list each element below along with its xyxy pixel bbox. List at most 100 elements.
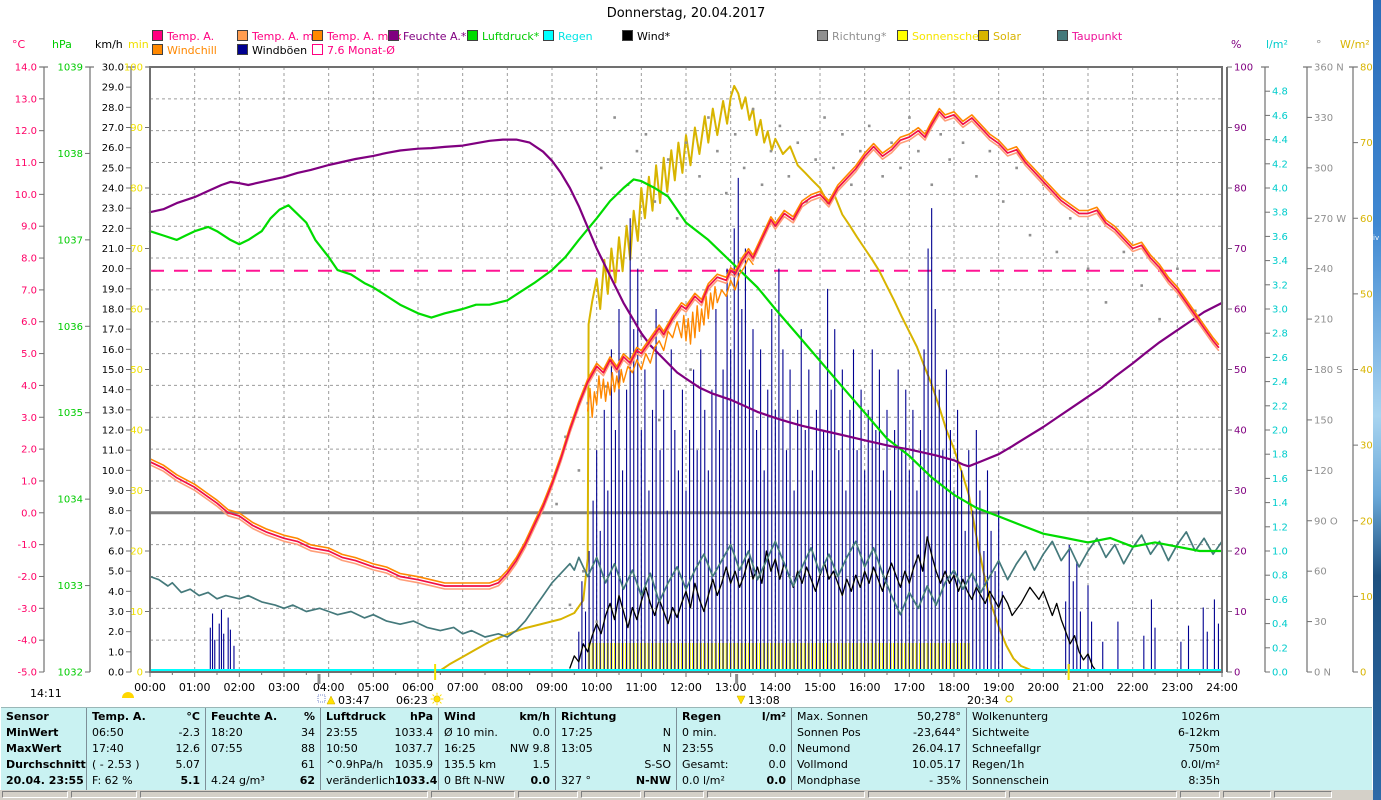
table-cell: 6-12km [1177,726,1220,739]
axis-tick-label: 300 [1314,163,1333,174]
table-cell: 135.5 km [444,758,497,771]
axis-tick-label: 1037 [58,235,83,246]
stats-table: Sensor MinWert MaxWert Durchschnitt 20.04. 2… [1,707,1372,791]
axis-tick-label: 2.0 [21,445,37,456]
table-cell: 34 [301,726,315,739]
axis-tick-label: 100 [1234,63,1253,74]
axis-tick-label: 25.0 [102,163,124,174]
table-cell: Neumond [797,742,851,755]
table-row: Temp. A. °C [87,709,205,725]
axis-tick-label: 16.0 [102,345,124,356]
x-axis-label: 15:00 [804,681,836,694]
table-cell: 10.05.17 [912,758,961,771]
axis-unit-label: hPa [52,38,72,51]
axis-tick-label: 1033 [58,581,83,592]
legend-item-windchill: Windchill [152,44,217,57]
x-axis-label: 18:00 [938,681,970,694]
table-row: 17:40 12.6 [87,741,205,757]
legend-item-solar: Solar [978,30,1021,43]
axis-tick-label: 0 [1360,668,1366,679]
axis-tick-label: 13.0 [102,405,124,416]
table-row: F: 62 % 5.1 [87,773,205,789]
legend-label: Feuchte A.* [403,30,467,43]
axis-tick-label: 10.0 [15,190,37,201]
axis-unit-label: °C [12,38,26,51]
axis-tick-label: 270 W [1314,214,1346,225]
table-row: Durchschnitt [1,757,86,773]
table-cell: N-NW [635,774,671,787]
table-cell: Wind [444,710,476,723]
axis-tick-label: 1032 [58,668,83,679]
legend-item-temp-a-min: Temp. A. min [237,30,323,43]
table-cell: 1033.4 [394,726,434,739]
axis-tick-label: 90 O [1314,516,1338,527]
desktop-label: iv [1373,234,1380,242]
x-axis-label: 14:00 [759,681,791,694]
table-cell: 750m [1188,742,1220,755]
axis-tick-label: 14.0 [102,385,124,396]
table-cell: N [662,742,671,755]
axis-tick-label: 4.0 [1272,184,1288,195]
x-axis-label: 09:00 [536,681,568,694]
table-row: 0.0 l/m² 0.0 [677,773,791,789]
table-cell: Regen/1h [972,758,1025,771]
legend-label: Taupunkt [1072,30,1123,43]
table-cell: 17:25 [561,726,593,739]
x-axis-label: 01:00 [179,681,211,694]
table-col-astro: Max. Sonnen 50,278° Sonnen Pos -23,644° Neum… [792,708,967,791]
table-cell: Sensor [6,710,49,723]
axis-tick-label: 21.0 [102,244,124,255]
table-cell: 20.04. 23:55 [6,774,84,787]
axis-tick-label: 30 [130,486,143,497]
legend-swatch [312,30,323,41]
axis-tick-label: 50 [130,365,143,376]
x-axis-label: 02:00 [223,681,255,694]
axis-tick-label: 12.0 [15,126,37,137]
status-panel [1009,791,1177,798]
table-cell: Gesamt: [682,758,729,771]
table-cell: 0.0 [768,758,787,771]
table-cell: 1033.4 [394,774,438,787]
legend-item-feuchte-a-: Feuchte A.* [388,30,467,43]
legend-swatch [817,30,828,41]
axis-tick-label: 20 [130,547,143,558]
axis-tick-label: 3.2 [1272,280,1288,291]
sunset-axis-mark [1067,664,1070,680]
table-cell: Regen [682,710,722,723]
table-row: 135.5 km 1.5 [439,757,555,773]
axis-tick-label: 40 [1234,426,1247,437]
x-axis-label: 11:00 [625,681,657,694]
table-cell: 06:50 [92,726,124,739]
legend-swatch [152,30,163,41]
axis-tick-label: 3.4 [1272,256,1288,267]
axis-tick-label: 4.4 [1272,135,1288,146]
legend-item-temp-a-: Temp. A. [152,30,214,43]
table-col-regen: Regen l/m² 0 min. 23:55 0.0 Gesamt: 0.0 0.0 l/m… [677,708,792,791]
axis-tick-label: 4.0 [21,381,37,392]
table-col-richtung: Richtung 17:25 N 13:05 N S-SO 327 ° N-NW [556,708,677,791]
status-panel [868,791,1006,798]
status-panel [140,791,428,798]
table-cell: 5.1 [180,774,201,787]
table-row: Wind km/h [439,709,555,725]
table-cell: Sonnenschein [972,774,1049,787]
axis-unit-label: km/h [95,38,123,51]
axis-tick-label: 5.0 [108,567,124,578]
axis-tick-label: 13.0 [15,94,37,105]
axis-tick-label: 1039 [58,63,83,74]
legend-item-richtung-: Richtung* [817,30,886,43]
table-row: 0 Bft N-NW 0.0 [439,773,555,789]
table-cell: Durchschnitt [6,758,86,771]
moon-icon [122,692,134,698]
table-row: 07:55 88 [206,741,320,757]
table-cell: Luftdruck [326,710,386,723]
table-cell: N [662,726,671,739]
table-cell: 18:20 [211,726,243,739]
table-cell: Vollmond [797,758,848,771]
table-cell: 8:35h [1188,774,1220,787]
table-col-temp-a-: Temp. A. °C 06:50 -2.3 17:40 12.6 ( - 2.53 ) 5.… [87,708,206,791]
table-row: Luftdruck hPa [321,709,438,725]
table-cell: km/h [519,710,550,723]
axis-tick-label: 1035 [58,408,83,419]
table-cell: 13:05 [561,742,593,755]
